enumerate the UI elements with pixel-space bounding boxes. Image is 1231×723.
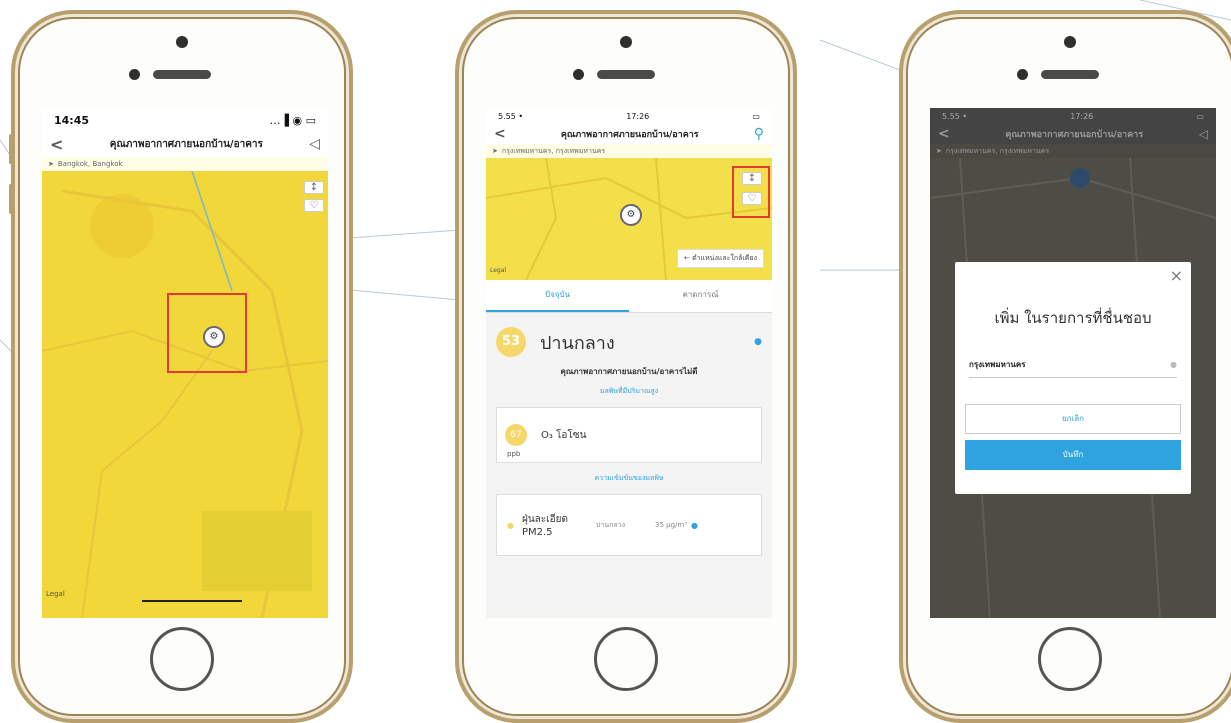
status-carrier: 5.55 • (942, 111, 968, 121)
status-time: 14:45 (54, 113, 90, 127)
earpiece-speaker (1041, 70, 1099, 79)
favorite-dialog: × เพิ่ม ในรายการที่ชื่นชอบ กรุงเทพมหานคร… (955, 262, 1191, 494)
location-bar: ➤ Bangkok, Bangkok (42, 157, 328, 171)
send-location-icon[interactable]: ◁ (309, 136, 320, 152)
location-pin-icon: ➤ (48, 160, 54, 168)
field-value: กรุงเทพมหานคร (969, 360, 1026, 369)
status-bar: 5.55 • 17:26 ▭ (486, 108, 772, 124)
front-camera (176, 36, 188, 48)
aqi-description: คุณภาพอากาศภายนอกบ้าน/อาคารไม่ดี (560, 367, 698, 376)
page-title: คุณภาพอากาศภายนอกบ้าน/อาคาร (1005, 130, 1144, 140)
favorite-button[interactable]: ♡ (304, 199, 324, 212)
proximity-sensor (573, 69, 584, 80)
status-dot-icon: ● (507, 520, 514, 530)
aqi-section: 53 ปานกลาง ● คุณภาพอากาศภายนอกบ้าน/อาคาร… (486, 313, 772, 556)
front-camera (1064, 36, 1076, 48)
battery-icon: ▭ (1196, 111, 1204, 121)
battery-icon: ▭ (752, 111, 760, 121)
location-pin-icon: ➤ (936, 147, 942, 155)
page-title: คุณภาพอากาศภายนอกบ้าน/อาคาร (109, 138, 263, 150)
pollutant-name: O₃ โอโซน (541, 429, 587, 441)
send-location-icon[interactable]: ◁ (1199, 127, 1208, 141)
location-text: กรุงเทพมหานคร, กรุงเทพมหานคร (501, 146, 606, 155)
pm-name: ฝุ่นละเอียด PM2.5 (521, 514, 568, 538)
home-button[interactable] (594, 627, 658, 691)
nearby-label: ตำแหน่งและใกล้เคียง (692, 254, 757, 262)
home-button[interactable] (150, 627, 214, 691)
dialog-title: เพิ่ม ในรายการที่ชื่นชอบ (994, 309, 1152, 327)
close-icon[interactable]: × (1170, 266, 1183, 285)
status-carrier: 5.55 • (498, 111, 524, 121)
pm-level: ปานกลาง (595, 520, 626, 529)
expand-map-button[interactable]: ↕ (304, 181, 324, 194)
pm-value: 35 µg/m³ (655, 521, 688, 529)
phone-frame-1: 14:45 …▐ ◉ ▭ < คุณภาพอากาศภายนอกบ้าน/อาค… (9, 10, 353, 723)
home-button[interactable] (1038, 627, 1102, 691)
nav-bar: < คุณภาพอากาศภายนอกบ้าน/อาคาร ⚲ (486, 124, 772, 144)
status-icons: …▐ ◉ ▭ (269, 113, 316, 127)
back-icon[interactable]: < (938, 126, 950, 142)
page-title: คุณภาพอากาศภายนอกบ้าน/อาคาร (560, 130, 699, 140)
nearby-button[interactable]: ⇠ ตำแหน่งและใกล้เคียง (676, 249, 764, 268)
cancel-button[interactable]: ยกเลิก (965, 404, 1181, 434)
proximity-sensor (1017, 69, 1028, 80)
location-text: Bangkok, Bangkok (57, 160, 123, 168)
location-bar: ➤ กรุงเทพมหานคร, กรุงเทพมหานคร (486, 144, 772, 158)
phone-frame-3: 5.55 • 17:26 ▭ < คุณภาพอากาศภายนอกบ้าน/อ… (899, 10, 1231, 723)
tab-current[interactable]: ปัจจุบัน (486, 280, 629, 312)
search-icon[interactable]: ⚲ (754, 126, 764, 142)
info-icon[interactable]: ● (691, 521, 698, 530)
status-time: 17:26 (626, 111, 650, 121)
detail-header: ความเข้มข้นของมลพิษ (594, 474, 664, 482)
pollutant-unit: ppb (507, 450, 521, 458)
location-marker-icon[interactable]: ⚙ (620, 204, 642, 226)
volume-button (9, 184, 13, 214)
proximity-sensor (129, 69, 140, 80)
nav-bar: < คุณภาพอากาศภายนอกบ้าน/อาคาร ◁ (930, 124, 1216, 144)
pollutant-card: 67 ppb O₃ โอโซน (496, 407, 762, 463)
clear-input-icon[interactable]: ● (1170, 360, 1177, 369)
volume-button (9, 134, 13, 164)
back-icon[interactable]: < (50, 135, 63, 154)
phone-screen-1: 14:45 …▐ ◉ ▭ < คุณภาพอากาศภายนอกบ้าน/อาค… (42, 109, 328, 618)
location-bar: ➤ กรุงเทพมหานคร, กรุงเทพมหานคร (930, 144, 1216, 158)
status-bar: 5.55 • 17:26 ▭ (930, 108, 1216, 124)
map-view[interactable]: ↕ ♡ ⚙ Legal (42, 171, 328, 618)
map-view[interactable]: ↕ ♡ ⚙ Legal ⇠ ตำแหน่งและใกล้เคียง (486, 158, 772, 280)
tab-forecast[interactable]: คาดการณ์ (629, 280, 772, 312)
aqi-circle: 53 (496, 327, 526, 357)
nav-bar: < คุณภาพอากาศภายนอกบ้าน/อาคาร ◁ (42, 131, 328, 157)
location-pin-icon: ➤ (492, 147, 498, 155)
nearby-icon: ⇠ (683, 254, 693, 262)
pollutant-header: มลพิษที่มีปริมาณสูง (599, 387, 659, 395)
phone-screen-2: 5.55 • 17:26 ▭ < คุณภาพอากาศภายนอกบ้าน/อ… (486, 108, 772, 618)
back-icon[interactable]: < (494, 126, 506, 142)
info-icon[interactable]: ● (754, 337, 762, 347)
pollutant-circle: 67 (505, 424, 527, 446)
save-button[interactable]: บันทึก (965, 440, 1181, 470)
map-roads (42, 171, 328, 618)
status-bar: 14:45 …▐ ◉ ▭ (42, 109, 328, 131)
aqi-level: ปานกลาง (540, 332, 615, 354)
earpiece-speaker (153, 70, 211, 79)
earpiece-speaker (597, 70, 655, 79)
highlight-box (732, 166, 770, 218)
location-text: กรุงเทพมหานคร, กรุงเทพมหานคร (945, 146, 1050, 155)
location-marker-icon[interactable]: ⚙ (203, 326, 225, 348)
favorite-name-field[interactable]: กรุงเทพมหานคร ● (969, 358, 1177, 378)
map-legal-label[interactable]: Legal (490, 267, 506, 274)
map-legal-label[interactable]: Legal (46, 590, 65, 598)
front-camera (620, 36, 632, 48)
phone-screen-3: 5.55 • 17:26 ▭ < คุณภาพอากาศภายนอกบ้าน/อ… (930, 108, 1216, 618)
pm-card[interactable]: ● ฝุ่นละเอียด PM2.5 ปานกลาง 35 µg/m³ ● (496, 494, 762, 556)
tab-bar: ปัจจุบัน คาดการณ์ (486, 280, 772, 313)
status-time: 17:26 (1070, 111, 1094, 121)
phone-frame-2: 5.55 • 17:26 ▭ < คุณภาพอากาศภายนอกบ้าน/อ… (455, 10, 797, 723)
